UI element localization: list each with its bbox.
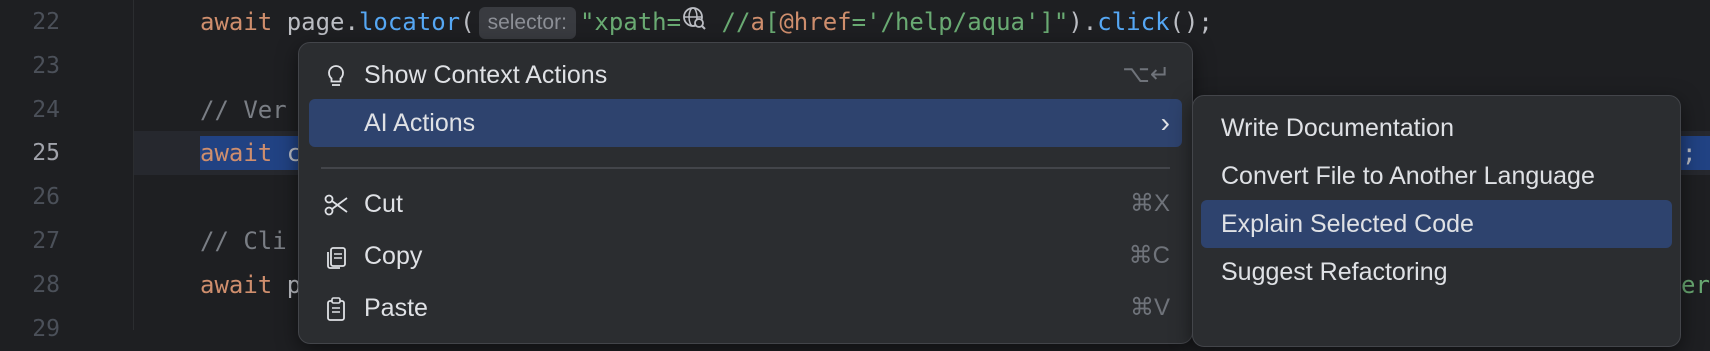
line-number: 24 [32, 97, 60, 123]
code-line-25[interactable]: await c [200, 131, 301, 175]
menu-item-copy[interactable]: Copy ⌘C [309, 232, 1182, 280]
xpath-attr: @href [779, 8, 852, 36]
code-line-28[interactable]: await p [200, 263, 301, 307]
line-number-gutter: 22 23 24 25 26 27 28 29 [0, 0, 133, 342]
xpath-tag: a [750, 8, 765, 36]
paste-icon [323, 296, 349, 322]
ai-actions-submenu: Write Documentation Convert File to Anot… [1192, 95, 1681, 347]
shortcut-label: ⌘C [1128, 242, 1170, 269]
chevron-right-icon: › [1160, 107, 1170, 138]
string-literal: = [851, 8, 867, 36]
method-locator: locator [358, 8, 461, 36]
code-token: c [272, 139, 302, 167]
code-token: ). [1068, 8, 1098, 36]
submenu-item-suggest-refactoring[interactable]: Suggest Refactoring [1201, 248, 1672, 296]
string-literal: '/help/aqua' [866, 8, 1040, 36]
shortcut-label: ⌥↵ [1122, 61, 1170, 88]
code-token: ( [460, 8, 475, 36]
copy-icon [323, 244, 349, 270]
string-literal: [ [764, 8, 780, 36]
menu-item-show-context-actions[interactable]: Show Context Actions ⌥↵ [309, 51, 1182, 99]
string-literal: ] [1039, 8, 1054, 36]
string-literal: "xpath= [579, 8, 682, 36]
menu-item-label: AI Actions [364, 109, 476, 137]
keyword-await: await [200, 271, 273, 299]
menu-item-paste[interactable]: Paste ⌘V [309, 284, 1182, 332]
line-number: 28 [32, 272, 60, 298]
method-click: click [1097, 8, 1170, 36]
line-number: 23 [32, 53, 60, 79]
parameter-hint: selector: [478, 7, 576, 39]
line-number: 22 [32, 9, 60, 35]
lightbulb-icon [323, 63, 349, 89]
keyword-await: await [200, 139, 273, 167]
web-inspect-icon[interactable] [681, 1, 707, 45]
line-number-active: 25 [32, 140, 60, 166]
menu-item-label: Copy [364, 242, 423, 270]
code-line-28-tail: er [1681, 271, 1710, 299]
code-line-27[interactable]: // Cli [200, 219, 287, 263]
shortcut-label: ⌘X [1129, 190, 1170, 217]
gutter-divider [133, 0, 134, 330]
line-number: 27 [32, 228, 60, 254]
submenu-item-explain-selected-code[interactable]: Explain Selected Code [1201, 200, 1672, 248]
string-literal: // [707, 8, 751, 36]
scissors-icon [323, 192, 349, 218]
menu-item-label: Paste [364, 294, 428, 322]
menu-item-ai-actions[interactable]: AI Actions › [309, 99, 1182, 147]
code-token: p [272, 271, 302, 299]
menu-item-label: Cut [364, 190, 403, 218]
submenu-item-convert-file[interactable]: Convert File to Another Language [1201, 152, 1672, 200]
keyword-await: await [200, 8, 273, 36]
menu-item-cut[interactable]: Cut ⌘X [309, 180, 1182, 228]
submenu-item-write-documentation[interactable]: Write Documentation [1201, 104, 1672, 152]
line-number: 26 [32, 184, 60, 210]
code-line-24[interactable]: // Ver [200, 88, 287, 132]
string-literal: " [1053, 8, 1069, 36]
code-line-25-tail: ; [1682, 139, 1697, 167]
context-menu: Show Context Actions ⌥↵ AI Actions › Cut… [298, 42, 1193, 344]
code-line-22[interactable]: await page.locator(selector: "xpath= //a[… [200, 0, 1213, 44]
code-token: (); [1169, 8, 1213, 36]
menu-item-label: Show Context Actions [364, 61, 608, 89]
line-number: 29 [32, 316, 60, 342]
menu-separator [321, 167, 1170, 169]
code-token: page. [272, 8, 359, 36]
shortcut-label: ⌘V [1129, 294, 1170, 321]
